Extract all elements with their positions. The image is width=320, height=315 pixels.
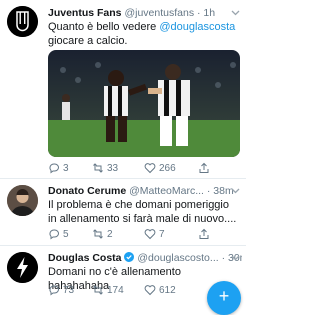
reply-count: 73 [63,284,75,296]
tweet-header: Douglas Costa @douglascosto... · 30m [48,251,242,265]
chevron-down-icon[interactable] [231,188,240,194]
tweet-text-end: giocare a calcio. [48,35,128,47]
like-count: 266 [159,162,176,174]
like-button[interactable]: 266 [144,162,176,174]
reply-button[interactable]: 5 [48,228,69,240]
share-icon [199,162,209,173]
share-button[interactable] [198,162,210,174]
tweet-time: · 1h [197,7,216,19]
author-name[interactable]: Donato Cerume [48,185,126,197]
lightning-logo-icon[interactable] [7,252,38,283]
juventus-logo-icon[interactable] [7,6,38,37]
tweet-photo[interactable] [48,50,240,157]
reply-icon [49,163,59,174]
like-count: 612 [159,284,176,296]
tweet-juventus-fans[interactable]: Juventus Fans @juventusfans · 1h Quanto … [0,0,246,178]
tweet-text: Quanto è bello vedere @douglascosta gioc… [48,20,240,48]
reply-icon [49,285,59,296]
heart-icon [144,163,156,174]
like-button[interactable]: 612 [144,284,176,296]
tweet-header: Juventus Fans @juventusfans · 1h [48,6,242,20]
reply-button[interactable]: 3 [48,162,69,174]
retweet-icon [93,229,103,239]
like-button[interactable]: 7 [144,228,165,240]
retweet-icon [93,285,103,295]
author-name[interactable]: Juventus Fans [48,7,122,19]
compose-plus-icon[interactable]: + [207,281,241,315]
reply-count: 5 [63,228,69,240]
share-button[interactable] [198,228,210,240]
retweet-count: 33 [107,162,119,174]
reply-button[interactable]: 73 [48,284,74,296]
mention-link[interactable]: @douglascosta [159,21,235,33]
reply-count: 3 [63,162,69,174]
heart-icon [144,285,156,296]
chevron-down-icon[interactable] [231,10,240,16]
tweet-text: Il problema è che domani pomeriggio in a… [48,199,237,225]
author-handle: @MatteoMarc... [129,185,204,197]
tweet-donato-cerume[interactable]: Donato Cerume @MatteoMarc... · 38m Il pr… [0,179,246,242]
retweet-button[interactable]: 2 [92,228,113,240]
tweet-actions: 3 33 266 [48,162,238,174]
reply-icon [49,229,59,240]
retweet-count: 174 [107,284,124,296]
tweet-time: · 38m [206,185,234,197]
tweet-text-start: Quanto è bello vedere [48,21,160,33]
user-avatar-icon[interactable] [7,185,38,216]
retweet-button[interactable]: 33 [92,162,118,174]
verified-badge-icon [124,252,135,262]
heart-icon [144,229,156,240]
retweet-button[interactable]: 174 [92,284,124,296]
retweet-icon [93,163,103,173]
author-name[interactable]: Douglas Costa [48,252,122,264]
author-handle: @douglascosto... [137,252,219,264]
tweet-actions: 5 2 7 [48,228,238,240]
author-handle: @juventusfans [124,7,195,19]
retweet-count: 2 [107,228,113,240]
tweet-header: Donato Cerume @MatteoMarc... · 38m [48,184,242,198]
chevron-down-icon[interactable] [231,255,240,261]
like-count: 7 [159,228,165,240]
share-icon [199,228,209,239]
